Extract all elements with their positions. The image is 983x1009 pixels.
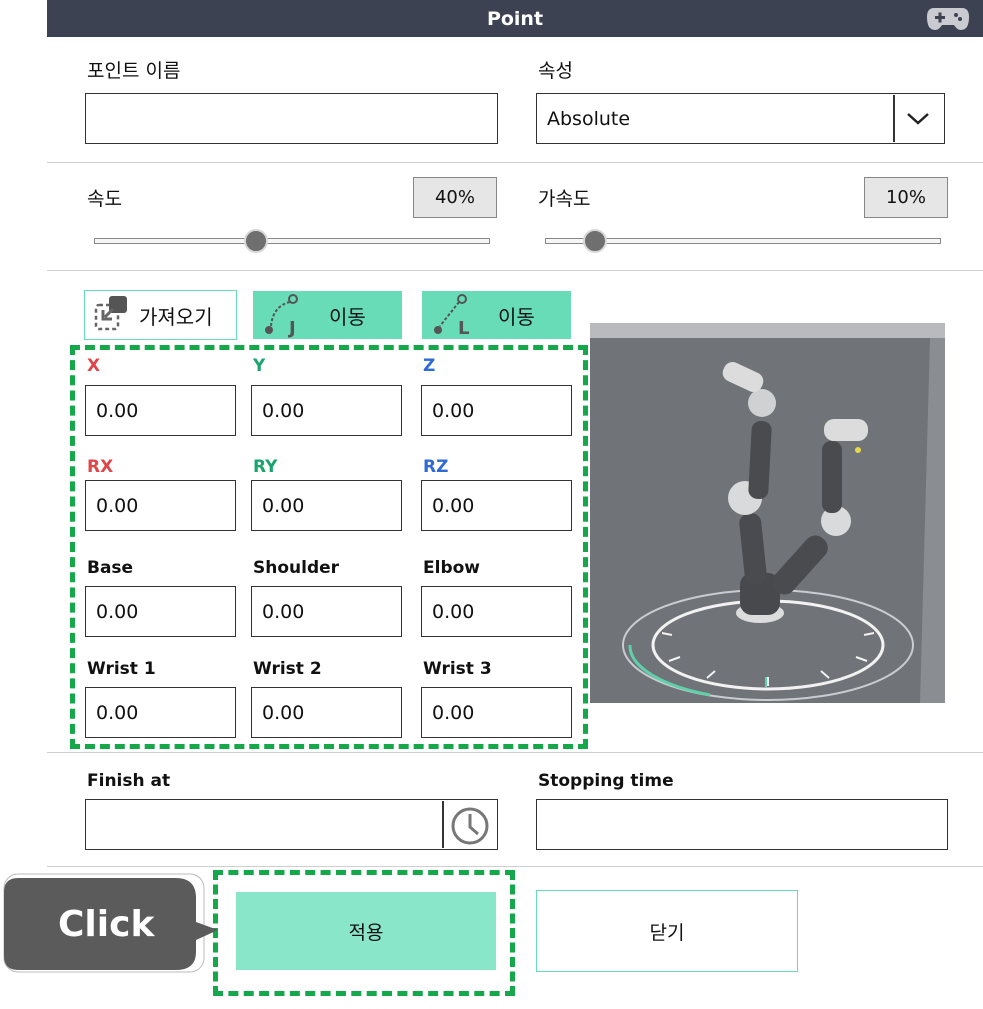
move-j-button[interactable]: J 이동 — [253, 291, 402, 339]
robot-3d-view[interactable] — [590, 323, 945, 703]
finish-divider — [442, 801, 444, 848]
speed-slider-track[interactable] — [94, 238, 490, 244]
accel-label: 가속도 — [538, 188, 591, 210]
import-icon — [91, 293, 135, 337]
import-label: 가져오기 — [139, 304, 213, 329]
clock-icon[interactable] — [449, 805, 491, 847]
move-j-tag: J — [287, 318, 296, 338]
page-title: Point — [486, 7, 544, 30]
attribute-value: Absolute — [547, 107, 631, 130]
close-button[interactable]: 닫기 — [536, 890, 798, 972]
gamepad-icon[interactable] — [926, 4, 970, 32]
chevron-down-icon[interactable] — [905, 108, 931, 128]
divider — [47, 270, 983, 271]
accel-value[interactable]: 10% — [864, 177, 948, 218]
move-l-label: 이동 — [498, 304, 535, 329]
import-button[interactable]: 가져오기 — [84, 290, 237, 340]
title-bar: Point — [47, 0, 983, 37]
move-l-tag: L — [458, 318, 469, 338]
move-j-label: 이동 — [329, 304, 366, 329]
speed-label: 속도 — [87, 188, 122, 210]
point-name-input[interactable] — [85, 93, 498, 144]
point-name-label: 포인트 이름 — [87, 60, 181, 82]
speed-value[interactable]: 40% — [413, 177, 497, 218]
accel-slider-knob[interactable] — [583, 229, 607, 253]
speed-slider-knob[interactable] — [244, 229, 268, 253]
apply-highlight — [213, 870, 515, 996]
attribute-select[interactable]: Absolute — [536, 93, 945, 144]
divider — [47, 162, 983, 163]
close-label: 닫기 — [649, 921, 685, 944]
divider — [47, 752, 983, 753]
coords-highlight — [70, 345, 588, 749]
stopping-time-label: Stopping time — [538, 771, 674, 791]
click-callout-text: Click — [58, 904, 155, 945]
move-j-icon: J — [261, 292, 307, 339]
divider — [47, 866, 983, 867]
finish-at-input[interactable] — [85, 799, 498, 850]
move-l-button[interactable]: L 이동 — [422, 291, 571, 339]
select-divider — [893, 95, 895, 142]
click-callout: Click — [0, 870, 225, 980]
stopping-time-input[interactable] — [536, 799, 948, 850]
attribute-label: 속성 — [538, 60, 573, 82]
move-l-icon: L — [430, 292, 476, 339]
finish-at-label: Finish at — [87, 771, 171, 791]
